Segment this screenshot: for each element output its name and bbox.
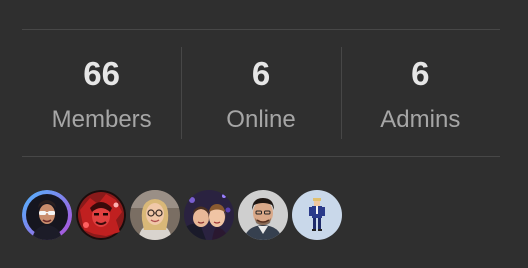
stat-online[interactable]: 6 Online [181, 30, 340, 156]
stat-label: Admins [380, 105, 461, 133]
stat-value: 66 [83, 54, 121, 92]
person-red-art-avatar[interactable] [76, 190, 126, 240]
stat-admins[interactable]: 6 Admins [340, 30, 500, 156]
pixel-person-avatar[interactable] [292, 190, 342, 240]
person-with-sunglasses-avatar[interactable] [22, 190, 72, 240]
group-stats-card: 66 Members 6 Online 6 Admins [22, 29, 500, 157]
stat-label: Online [226, 105, 296, 133]
stat-value: 6 [411, 54, 430, 92]
bottom-divider [22, 156, 500, 157]
man-portrait-avatar[interactable] [238, 190, 288, 240]
member-avatar-list [22, 190, 342, 240]
stats-row: 66 Members 6 Online 6 Admins [22, 30, 500, 156]
stat-value: 6 [251, 54, 271, 92]
stat-members[interactable]: 66 Members [22, 30, 181, 156]
couple-selfie-avatar[interactable] [184, 190, 234, 240]
person-blonde-glasses-avatar[interactable] [130, 190, 180, 240]
stat-label: Members [51, 105, 152, 133]
